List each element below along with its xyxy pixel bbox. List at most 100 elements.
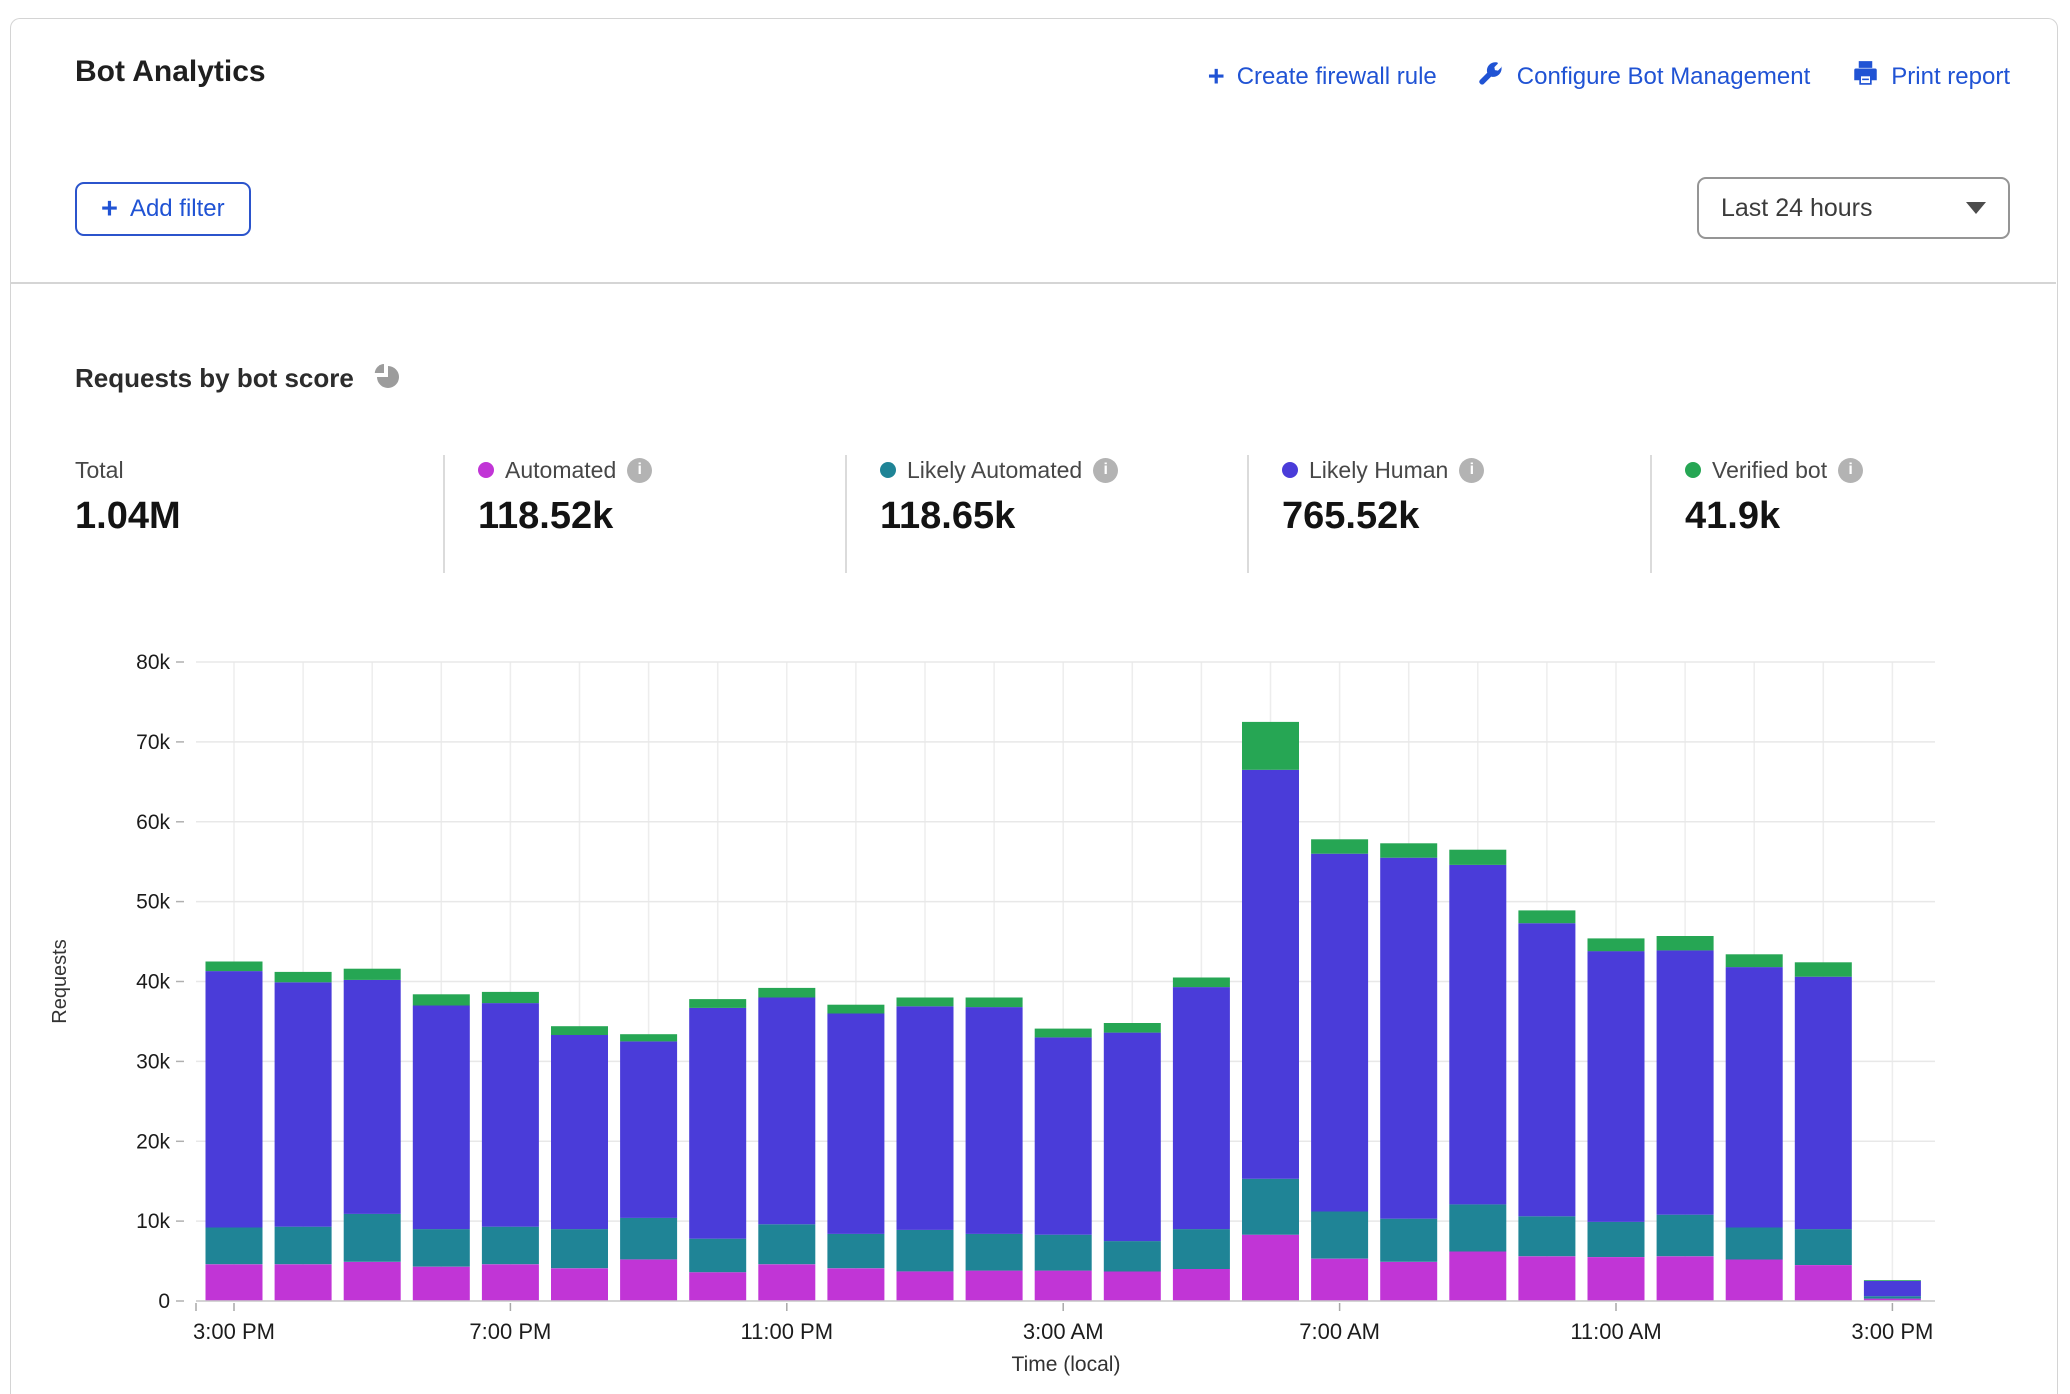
bar-segment-automated[interactable]	[1726, 1260, 1783, 1302]
bar-segment-likely-human[interactable]	[1242, 770, 1299, 1179]
bar-segment-likely-human[interactable]	[1795, 977, 1852, 1229]
bar-segment-automated[interactable]	[1795, 1265, 1852, 1301]
bar-segment-likely-human[interactable]	[966, 1007, 1023, 1234]
bar-segment-verified-bot[interactable]	[275, 972, 332, 982]
bar-segment-likely-human[interactable]	[689, 1008, 746, 1239]
bar-segment-likely-automated[interactable]	[551, 1229, 608, 1268]
bar-segment-automated[interactable]	[1035, 1271, 1092, 1301]
bar-segment-verified-bot[interactable]	[1173, 978, 1230, 988]
bar-segment-automated[interactable]	[206, 1264, 263, 1301]
time-range-select[interactable]: Last 24 hours	[1697, 177, 2010, 239]
bar-segment-automated[interactable]	[758, 1264, 815, 1301]
bar-segment-automated[interactable]	[689, 1272, 746, 1301]
bar-segment-likely-human[interactable]	[275, 982, 332, 1226]
bar-segment-likely-human[interactable]	[1035, 1037, 1092, 1234]
bar-segment-likely-human[interactable]	[413, 1006, 470, 1230]
bar-segment-likely-human[interactable]	[1657, 950, 1714, 1214]
bar-segment-verified-bot[interactable]	[344, 969, 401, 980]
bar-segment-verified-bot[interactable]	[827, 1005, 884, 1014]
info-icon[interactable]: i	[627, 458, 652, 483]
bar-segment-likely-automated[interactable]	[1518, 1216, 1575, 1256]
bar-segment-likely-human[interactable]	[344, 980, 401, 1214]
bar-segment-likely-automated[interactable]	[1864, 1296, 1921, 1298]
bar-segment-automated[interactable]	[1311, 1259, 1368, 1301]
bar-segment-likely-automated[interactable]	[275, 1227, 332, 1265]
bar-segment-likely-automated[interactable]	[1588, 1222, 1645, 1257]
bar-segment-likely-automated[interactable]	[758, 1224, 815, 1264]
bar-segment-likely-automated[interactable]	[1173, 1229, 1230, 1269]
bar-segment-verified-bot[interactable]	[689, 999, 746, 1008]
bar-segment-verified-bot[interactable]	[206, 962, 263, 972]
bar-segment-likely-automated[interactable]	[689, 1239, 746, 1273]
bar-segment-verified-bot[interactable]	[1864, 1280, 1921, 1281]
bar-segment-automated[interactable]	[1104, 1271, 1161, 1301]
bar-segment-likely-human[interactable]	[1104, 1033, 1161, 1242]
bar-segment-verified-bot[interactable]	[1104, 1023, 1161, 1033]
bar-segment-likely-automated[interactable]	[1311, 1212, 1368, 1259]
bar-segment-likely-human[interactable]	[1311, 854, 1368, 1212]
bar-segment-likely-human[interactable]	[897, 1006, 954, 1230]
print-report-link[interactable]: Print report	[1852, 60, 2010, 94]
bar-segment-automated[interactable]	[966, 1271, 1023, 1301]
bar-segment-verified-bot[interactable]	[897, 998, 954, 1007]
bar-segment-likely-automated[interactable]	[1104, 1241, 1161, 1271]
bar-segment-likely-automated[interactable]	[482, 1227, 539, 1265]
bar-segment-verified-bot[interactable]	[1449, 850, 1506, 865]
bar-segment-automated[interactable]	[413, 1267, 470, 1301]
bar-segment-verified-bot[interactable]	[1518, 910, 1575, 923]
bar-segment-verified-bot[interactable]	[1242, 722, 1299, 770]
bar-segment-likely-automated[interactable]	[206, 1228, 263, 1265]
bar-segment-likely-automated[interactable]	[1380, 1219, 1437, 1262]
bar-segment-likely-automated[interactable]	[620, 1218, 677, 1260]
bar-segment-verified-bot[interactable]	[1311, 839, 1368, 853]
bar-segment-automated[interactable]	[1657, 1256, 1714, 1301]
bar-segment-likely-human[interactable]	[827, 1013, 884, 1234]
bar-segment-likely-automated[interactable]	[1795, 1229, 1852, 1265]
bar-segment-verified-bot[interactable]	[758, 988, 815, 998]
bar-segment-likely-human[interactable]	[1726, 967, 1783, 1227]
bar-segment-verified-bot[interactable]	[1588, 938, 1645, 951]
bar-segment-automated[interactable]	[1449, 1252, 1506, 1302]
bar-segment-likely-automated[interactable]	[1449, 1204, 1506, 1251]
bar-segment-verified-bot[interactable]	[413, 994, 470, 1005]
info-icon[interactable]: i	[1459, 458, 1484, 483]
add-filter-button[interactable]: + Add filter	[75, 182, 251, 236]
bar-segment-verified-bot[interactable]	[1726, 954, 1783, 967]
bar-segment-verified-bot[interactable]	[620, 1034, 677, 1041]
bar-segment-automated[interactable]	[897, 1271, 954, 1301]
configure-bot-management-link[interactable]: Configure Bot Management	[1479, 61, 1811, 94]
bar-segment-verified-bot[interactable]	[551, 1026, 608, 1035]
bar-segment-likely-automated[interactable]	[897, 1230, 954, 1272]
bar-segment-likely-automated[interactable]	[1035, 1235, 1092, 1271]
bar-segment-automated[interactable]	[827, 1268, 884, 1301]
bar-segment-likely-human[interactable]	[482, 1003, 539, 1227]
bar-segment-likely-human[interactable]	[551, 1035, 608, 1229]
bar-segment-verified-bot[interactable]	[1657, 936, 1714, 950]
bar-segment-verified-bot[interactable]	[1380, 843, 1437, 857]
create-firewall-rule-link[interactable]: + Create firewall rule	[1208, 63, 1437, 91]
bar-segment-likely-human[interactable]	[620, 1041, 677, 1218]
bar-segment-likely-automated[interactable]	[1657, 1215, 1714, 1257]
bar-segment-verified-bot[interactable]	[966, 998, 1023, 1008]
bar-segment-automated[interactable]	[275, 1264, 332, 1301]
bar-segment-automated[interactable]	[1588, 1257, 1645, 1301]
bar-segment-automated[interactable]	[482, 1264, 539, 1301]
bar-segment-automated[interactable]	[1173, 1269, 1230, 1301]
bar-segment-automated[interactable]	[344, 1262, 401, 1301]
bar-segment-likely-automated[interactable]	[413, 1229, 470, 1267]
bar-segment-likely-human[interactable]	[1864, 1281, 1921, 1296]
bar-segment-likely-automated[interactable]	[1242, 1179, 1299, 1235]
bar-segment-automated[interactable]	[1242, 1235, 1299, 1301]
bar-segment-likely-human[interactable]	[206, 971, 263, 1227]
bar-segment-likely-human[interactable]	[1449, 865, 1506, 1205]
info-icon[interactable]: i	[1838, 458, 1863, 483]
bar-segment-verified-bot[interactable]	[1035, 1029, 1092, 1038]
bar-segment-automated[interactable]	[1380, 1262, 1437, 1301]
bar-segment-likely-automated[interactable]	[827, 1234, 884, 1268]
bar-segment-automated[interactable]	[1518, 1256, 1575, 1301]
bar-segment-likely-human[interactable]	[1518, 923, 1575, 1216]
bar-segment-likely-human[interactable]	[1173, 987, 1230, 1229]
info-icon[interactable]: i	[1093, 458, 1118, 483]
bar-segment-likely-automated[interactable]	[966, 1234, 1023, 1271]
bar-segment-likely-human[interactable]	[1380, 858, 1437, 1219]
